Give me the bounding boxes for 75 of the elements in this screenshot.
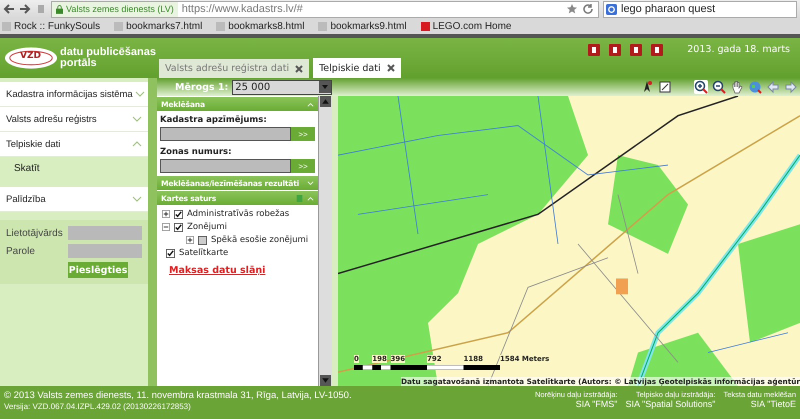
social-media-icon[interactable] xyxy=(609,44,622,56)
date-text: 2013. gada 18. marts xyxy=(687,44,790,55)
close-icon[interactable] xyxy=(386,64,395,72)
paid-layers-link[interactable]: Maksas datu slāņi xyxy=(159,265,316,276)
forward-arrow-icon[interactable] xyxy=(19,3,31,15)
social-media-icon[interactable] xyxy=(588,44,600,56)
globe-icon[interactable] xyxy=(748,80,762,94)
credit-company: SIA "TietoE xyxy=(750,399,796,409)
layer-label: Administratīvās robežas xyxy=(187,209,290,219)
tab[interactable]: Telpiskie dati xyxy=(313,58,401,78)
copyright-text: © 2013 Valsts zemes dienests, 11. novembra krastmala 31, Rīga, Latvija, LV-1050. xyxy=(4,390,352,401)
bookmark-link[interactable]: bookmarks8.html xyxy=(216,20,304,32)
username-label: Lietotājvārds xyxy=(6,228,63,238)
layer-label: Zonējumi xyxy=(187,222,228,232)
collapse-icon[interactable] xyxy=(307,100,314,108)
portal-title: datu publicēšanas portāls xyxy=(60,47,156,69)
tree-toggle-icon[interactable] xyxy=(162,210,170,218)
social-media-icon[interactable] xyxy=(651,44,664,56)
bookmark-icon xyxy=(420,22,430,30)
scrollbar[interactable] xyxy=(318,96,332,386)
input-field[interactable] xyxy=(160,127,291,141)
field-label: Zonas numurs: xyxy=(160,147,232,157)
checkbox[interactable] xyxy=(174,222,183,232)
url-text: https://www.kadastrs.lv/# xyxy=(182,3,304,15)
layer-label: Satelītkarte xyxy=(179,248,228,258)
sidebar-subitem[interactable]: Skatīt xyxy=(0,157,148,179)
scroll-up-icon[interactable] xyxy=(319,96,332,107)
forward-arrow-icon[interactable] xyxy=(784,80,798,94)
credit-company: SIA "Spatial Solutions" xyxy=(626,399,716,409)
bookmark-link[interactable]: bookmarks9.html xyxy=(318,20,407,32)
checkbox[interactable] xyxy=(198,236,207,244)
tree-toggle-icon[interactable] xyxy=(186,236,194,244)
bookmark-icon xyxy=(318,22,328,30)
search-engine-icon xyxy=(606,4,617,14)
scale-label: Mērogs 1: xyxy=(175,82,228,92)
search-field[interactable]: lego pharaon quest xyxy=(603,0,797,18)
splitter-handle[interactable] xyxy=(148,78,157,386)
credit-company: SIA "FMS" xyxy=(576,399,618,409)
password-label: Parole xyxy=(6,246,35,256)
scroll-down-icon[interactable] xyxy=(319,375,332,386)
tree-toggle-icon[interactable] xyxy=(162,223,170,231)
input-field[interactable] xyxy=(160,159,291,173)
password-field[interactable] xyxy=(68,244,142,258)
hand-icon[interactable] xyxy=(730,80,744,94)
zoom-in-icon[interactable] xyxy=(694,80,708,94)
lock-icon xyxy=(56,4,63,14)
close-icon[interactable] xyxy=(295,64,304,72)
tab[interactable]: Valsts adrešu reģistra dati xyxy=(159,59,310,78)
zoom-out-icon[interactable] xyxy=(712,80,726,94)
bookmark-link[interactable]: Rock :: FunkySouls xyxy=(2,20,100,32)
bookmark-icon xyxy=(2,22,11,30)
bookmark-icon xyxy=(114,22,124,30)
full-extent-icon[interactable] xyxy=(658,80,672,94)
logo-text: VZD xyxy=(20,51,41,61)
layer-label: Spēkā esošie zonējumi xyxy=(211,235,308,245)
field-label: Kadastra apzīmējums: xyxy=(160,115,268,125)
back-arrow-icon[interactable] xyxy=(766,80,780,94)
bookmark-icon xyxy=(216,22,226,30)
username-field[interactable] xyxy=(68,226,142,240)
search-text: lego pharaon quest xyxy=(621,3,716,15)
collapse-icon[interactable] xyxy=(307,194,314,202)
expand-icon[interactable] xyxy=(307,180,314,186)
scale-dropdown[interactable]: 25 000 xyxy=(232,80,332,94)
refresh-icon[interactable] xyxy=(582,3,594,15)
back-arrow-icon[interactable] xyxy=(3,3,15,15)
social-media-icon[interactable] xyxy=(630,44,642,56)
star-icon[interactable] xyxy=(566,3,578,15)
version-text: Versija: VZD.067.04.IZPL.429.02 (20130226172853) xyxy=(4,402,192,411)
checkbox[interactable] xyxy=(174,210,183,218)
address-bar[interactable]: Valsts zemes dienests (LV) https://www.kadastrs.lv/# xyxy=(51,0,599,18)
checkbox[interactable] xyxy=(166,248,175,258)
bookmark-link[interactable]: LEGO.com Home xyxy=(420,20,512,32)
bookmark-link[interactable]: bookmarks7.html xyxy=(114,20,202,32)
logo-ellipse-icon xyxy=(4,46,58,70)
site-identity[interactable]: Valsts zemes dienests (LV) xyxy=(52,2,178,16)
